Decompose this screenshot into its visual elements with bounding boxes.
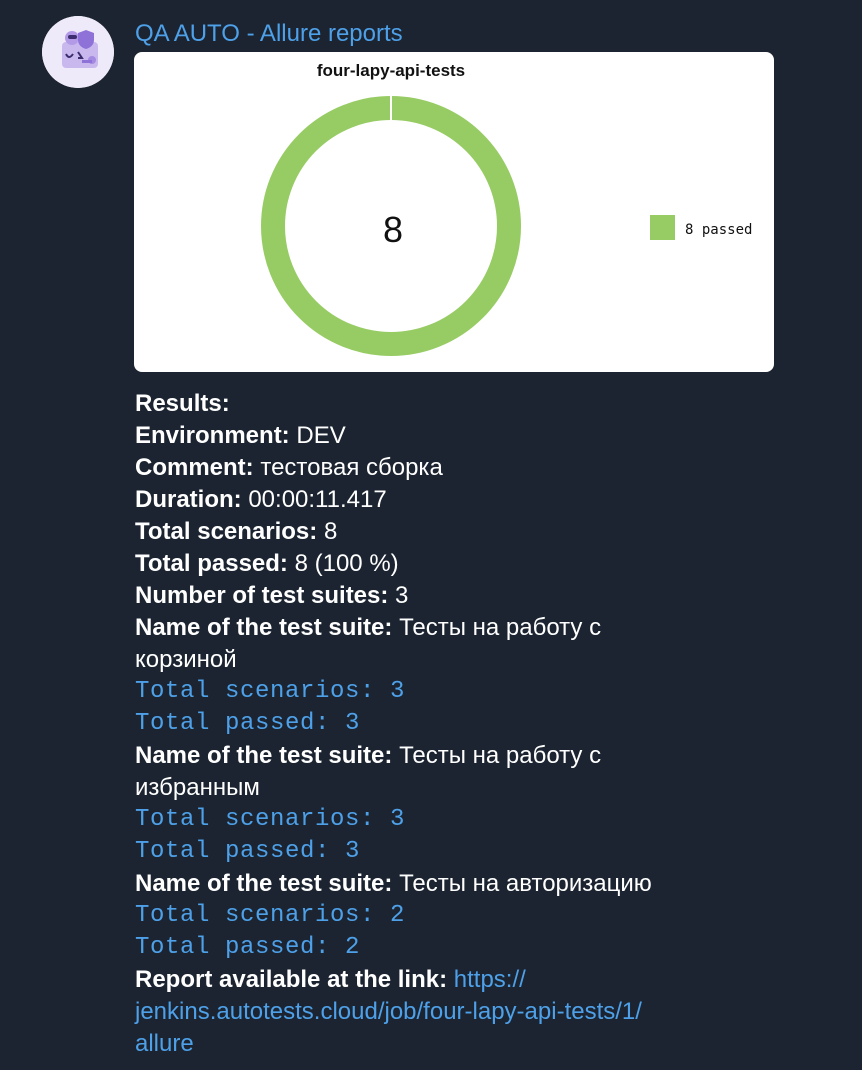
environment-line: Environment: DEV: [135, 422, 346, 449]
total-passed-line: Total passed: 8 (100 %): [135, 550, 399, 577]
suite-scenarios-code[interactable]: Total scenarios: 2: [135, 900, 815, 932]
legend-label: 8 passed: [685, 222, 752, 238]
comment-line: Comment: тестовая сборка: [135, 454, 443, 481]
report-link[interactable]: https://: [454, 966, 526, 993]
suite-scenarios-code[interactable]: Total scenarios: 3: [135, 676, 815, 708]
suite-name-line: Name of the test suite: Тесты на авториз…: [135, 870, 652, 897]
center-total: 8: [383, 209, 403, 250]
suite-scenarios-code[interactable]: Total scenarios: 3: [135, 804, 815, 836]
suite-passed-code[interactable]: Total passed: 2: [135, 932, 815, 964]
bot-avatar[interactable]: [42, 16, 114, 88]
report-line: Report available at the link: https://: [135, 966, 526, 993]
duration-line: Duration: 00:00:11.417: [135, 486, 387, 513]
donut-chart: four-lapy-api-tests 8 8 passed: [261, 61, 752, 356]
report-link-continuation[interactable]: jenkins.autotests.cloud/job/four-lapy-ap…: [135, 998, 642, 1025]
legend-swatch: [650, 215, 675, 240]
suite-passed-code[interactable]: Total passed: 3: [135, 836, 815, 868]
results-heading: Results:: [135, 390, 230, 417]
suite-name-continuation: корзиной: [135, 646, 237, 673]
allure-chart-image[interactable]: four-lapy-api-tests 8 8 passed: [134, 52, 774, 372]
suite-passed-code[interactable]: Total passed: 3: [135, 708, 815, 740]
chart-title: four-lapy-api-tests: [317, 61, 465, 80]
message-text: Results: Environment: DEV Comment: тесто…: [135, 388, 815, 1060]
suite-name-continuation: избранным: [135, 774, 260, 801]
suite-name-line: Name of the test suite: Тесты на работу …: [135, 742, 602, 769]
sender-name[interactable]: QA AUTO - Allure reports: [135, 20, 403, 48]
robot-logo-icon: [42, 16, 114, 88]
suites-count-line: Number of test suites: 3: [135, 582, 409, 609]
suite-name-line: Name of the test suite: Тесты на работу …: [135, 614, 602, 641]
total-scenarios-line: Total scenarios: 8: [135, 518, 338, 545]
report-link-end[interactable]: allure: [135, 1030, 194, 1057]
